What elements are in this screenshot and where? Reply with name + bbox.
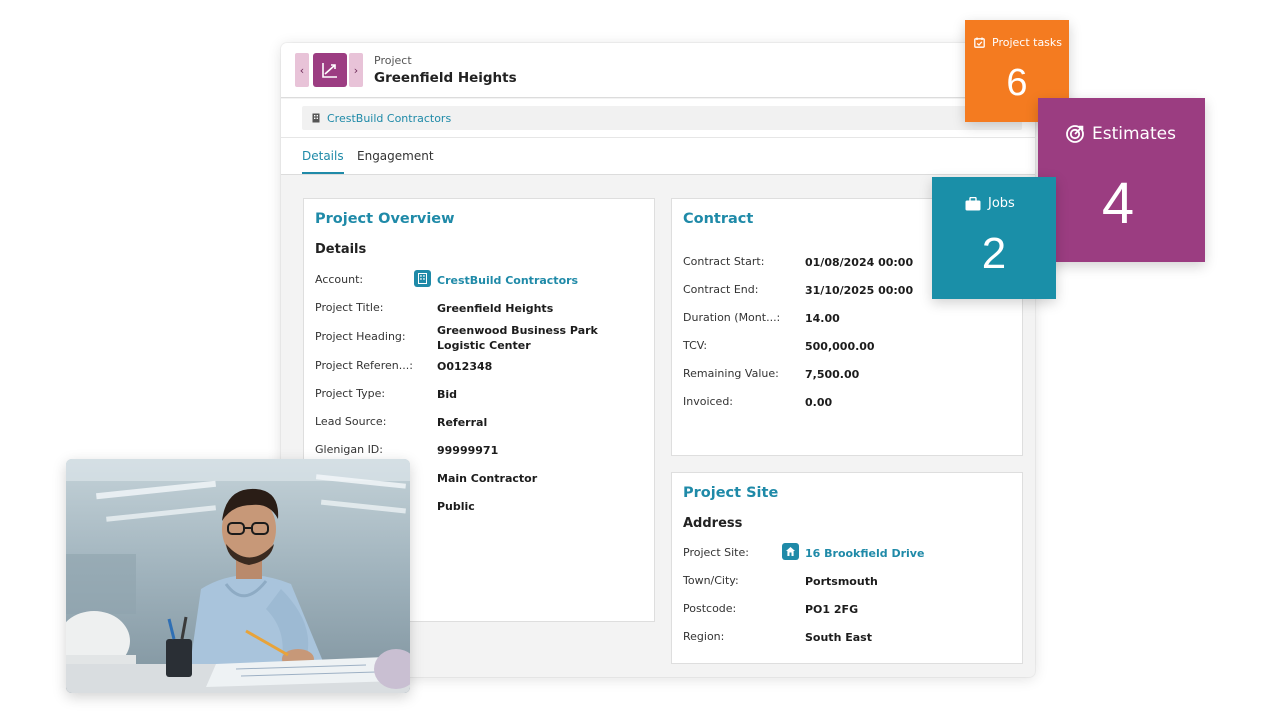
record-type-label: Project: [374, 54, 412, 67]
field-value: 7,500.00: [805, 368, 860, 381]
jobs-label: Jobs: [988, 196, 1015, 211]
field-label: Project Referen...:: [315, 359, 413, 372]
field-value: Portsmouth: [805, 575, 878, 588]
field-value: South East: [805, 631, 872, 644]
field-label: Region:: [683, 630, 725, 643]
field-label: Duration (Mont...:: [683, 311, 781, 324]
estimates-label: Estimates: [1092, 124, 1176, 144]
tab-details[interactable]: Details: [302, 149, 344, 174]
field-label: Project Title:: [315, 301, 384, 314]
record-title: Greenfield Heights: [374, 70, 517, 86]
home-lookup-icon: [782, 543, 799, 560]
target-icon: [1066, 125, 1084, 143]
jobs-tile[interactable]: Jobs 2: [932, 177, 1056, 299]
contract-title: Contract: [683, 211, 754, 227]
field-value: Main Contractor: [437, 472, 538, 485]
field-value: Public: [437, 500, 475, 513]
field-label: TCV:: [683, 339, 708, 352]
record-header: ‹ › Project Greenfield Heights: [281, 43, 1035, 98]
field-value: 0.00: [805, 396, 833, 409]
account-link[interactable]: CrestBuild Contractors: [327, 112, 451, 125]
account-value-link[interactable]: CrestBuild Contractors: [437, 273, 578, 288]
field-label: Project Site:: [683, 546, 749, 559]
project-overview-title: Project Overview: [315, 211, 455, 227]
calendar-check-icon: [974, 37, 985, 48]
estimates-label-group: Estimates: [1065, 124, 1176, 144]
project-tasks-label-group: Project tasks: [974, 36, 1062, 49]
field-value: 14.00: [805, 312, 840, 325]
field-value: PO1 2FG: [805, 603, 859, 616]
engineer-photo: [66, 459, 410, 693]
tab-bar: Details Engagement: [281, 138, 1035, 175]
account-bar: CrestBuild Contractors: [281, 99, 1035, 138]
next-record-button[interactable]: ›: [349, 53, 363, 87]
project-site-link[interactable]: 16 Brookfield Drive: [805, 546, 924, 561]
field-label: Contract End:: [683, 283, 759, 296]
field-label: Account:: [315, 273, 364, 286]
jobs-count: 2: [981, 229, 1007, 278]
briefcase-icon: [965, 196, 981, 210]
estimates-tile[interactable]: Estimates 4: [1038, 98, 1205, 262]
field-value: Bid: [437, 388, 458, 401]
tab-engagement[interactable]: Engagement: [357, 149, 434, 172]
field-label: Glenigan ID:: [315, 443, 383, 456]
field-value: Greenfield Heights: [437, 302, 554, 315]
field-label: Postcode:: [683, 602, 737, 615]
field-label: Town/City:: [683, 574, 739, 587]
address-subtitle: Address: [683, 516, 743, 531]
jobs-label-group: Jobs: [965, 196, 1015, 211]
building-lookup-icon: [414, 270, 431, 287]
field-value: Greenwood Business Park Logistic Center: [437, 324, 598, 352]
project-site-card: Project Site Address Project Site: 16 Br…: [671, 472, 1023, 664]
field-value: 31/10/2025 00:00: [805, 284, 914, 297]
account-pill[interactable]: CrestBuild Contractors: [302, 106, 1022, 130]
field-value: 500,000.00: [805, 340, 875, 353]
previous-record-button[interactable]: ‹: [295, 53, 309, 87]
estimates-count: 4: [1101, 171, 1135, 236]
details-subtitle: Details: [315, 242, 367, 257]
field-label: Lead Source:: [315, 415, 387, 428]
building-icon: [312, 113, 320, 123]
field-value: 01/08/2024 00:00: [805, 256, 914, 269]
field-value: Referral: [437, 416, 488, 429]
field-value: O012348: [437, 360, 493, 373]
field-label: Contract Start:: [683, 255, 765, 268]
field-label: Invoiced:: [683, 395, 734, 408]
field-label: Project Type:: [315, 387, 386, 400]
field-label: Project Heading:: [315, 330, 406, 343]
project-site-title: Project Site: [683, 485, 779, 501]
project-tasks-label: Project tasks: [992, 36, 1063, 49]
project-chart-icon: [313, 53, 347, 87]
field-value: 99999971: [437, 444, 499, 457]
field-label: Remaining Value:: [683, 367, 779, 380]
